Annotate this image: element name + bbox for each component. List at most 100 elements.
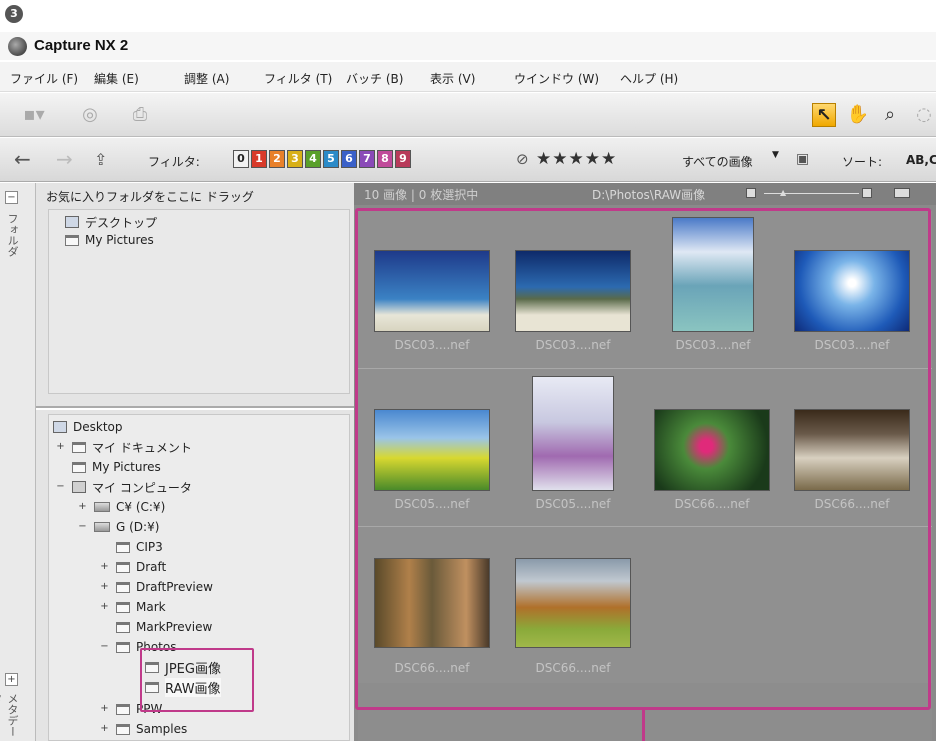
sort-label: ソート: [842,155,883,169]
label-filter-9[interactable]: 9 [395,150,411,168]
collapse-icon[interactable]: − [77,521,88,533]
thumbnail-size-slider[interactable] [764,193,859,194]
drive-icon [94,522,110,532]
label-filter-4[interactable]: 4 [305,150,321,168]
metadata-tab[interactable]: メタデータ [0,693,20,741]
tree-item-label: マイ ドキュメント [92,440,192,455]
collapse-folders-button[interactable]: − [5,191,18,204]
folder-icon [116,581,130,593]
drive-icon [94,502,110,512]
image-type-dropdown[interactable]: すべての画像 [682,153,753,170]
expand-icon[interactable]: + [99,723,110,735]
menu-edit[interactable]: 編集 (E) [94,70,139,87]
label-filter-6[interactable]: 6 [341,150,357,168]
zoom-tool-icon[interactable]: ⌕ [878,103,902,127]
callout-line [642,710,645,741]
folders-highlight-box [140,648,254,712]
tree-item[interactable]: + C¥ (C:¥) [77,497,165,517]
tree-item[interactable]: + マイ ドキュメント [55,437,192,457]
left-tab-strip: − フォルダ + メタデータ [0,183,36,741]
favorite-label: デスクトップ [85,215,158,230]
desktop-icon [65,216,79,228]
no-rating-icon[interactable]: ⊘ [516,150,529,168]
favorite-item-desktop[interactable]: デスクトップ [65,212,157,232]
menu-file[interactable]: ファイル (F) [10,70,78,87]
tree-item-label: CIP3 [136,540,163,554]
capture-nx-logo-icon [8,37,27,56]
large-thumb-icon[interactable] [862,188,872,198]
favorite-label: My Pictures [85,233,154,247]
dropdown-arrow-icon[interactable]: ▼ [772,150,779,160]
step-number-badge: 3 [5,5,23,23]
tree-item[interactable]: + Draft [99,557,166,577]
label-filter-5[interactable]: 5 [323,150,339,168]
expand-icon[interactable]: + [99,581,110,593]
folder-icon [72,441,86,453]
computer-icon [72,481,86,493]
tree-item[interactable]: My Pictures [72,457,161,477]
forward-arrow-icon[interactable]: → [56,147,73,171]
tree-item[interactable]: + Samples [99,719,187,739]
tree-item[interactable]: + DraftPreview [99,577,213,597]
expand-icon[interactable]: + [77,501,88,513]
up-folder-icon[interactable]: ⇪ [94,150,107,169]
tree-item[interactable]: − G (D:¥) [77,517,159,537]
star-rating-filter[interactable]: ★★★★★ [536,149,617,169]
tree-item[interactable]: MarkPreview [116,617,212,637]
folder-icon [116,703,130,715]
label-filter-1[interactable]: 1 [251,150,267,168]
desktop-icon [53,421,67,433]
print-icon[interactable]: ⎙ [128,103,152,127]
camera-icon[interactable]: ◎ [78,103,102,127]
expand-metadata-button[interactable]: + [5,673,18,686]
expand-icon[interactable]: + [99,601,110,613]
title-bar: Capture NX 2 [0,32,936,60]
folder-icon [116,621,130,633]
label-filter-0[interactable]: 0 [233,150,249,168]
small-thumb-icon[interactable] [746,188,756,198]
menu-adjust[interactable]: 調整 (A) [184,70,229,87]
folder-icon [65,234,79,246]
grid-view-icon[interactable] [894,188,910,198]
folder-icon [116,541,130,553]
menu-bar: ファイル (F) 編集 (E) 調整 (A) フィルタ (T) バッチ (B) … [0,62,936,92]
expand-icon[interactable]: + [55,441,66,453]
sort-value[interactable]: AB,C [906,153,936,167]
browser-toggle-icon[interactable]: ▪▾ [22,103,46,127]
tree-item-label: My Pictures [92,460,161,474]
current-path: D:\Photos\RAW画像 [592,188,706,202]
collapse-icon[interactable]: − [99,641,110,653]
slider-thumb-icon[interactable]: ▲ [780,188,786,197]
favorites-list[interactable]: デスクトップ My Pictures [48,209,350,394]
folder-icon [72,461,86,473]
label-filter-8[interactable]: 8 [377,150,393,168]
favorite-item-my-pictures[interactable]: My Pictures [65,230,154,250]
expand-icon[interactable]: + [99,703,110,715]
tree-item-label: C¥ (C:¥) [116,500,166,514]
tree-item[interactable]: CIP3 [116,537,163,557]
collapse-icon[interactable]: − [55,481,66,493]
label-filter-2[interactable]: 2 [269,150,285,168]
rotate-tool-icon[interactable]: ◌ [912,103,936,127]
window-icon[interactable]: ▣ [796,151,809,167]
tree-item-label: G (D:¥) [116,520,160,534]
direct-select-tool-icon[interactable]: ↖ [812,103,836,127]
folders-tab[interactable]: フォルダ [6,213,20,273]
expand-icon[interactable]: + [99,561,110,573]
menu-filter[interactable]: フィルタ (T) [264,70,332,87]
menu-window[interactable]: ウインドウ (W) [514,70,599,87]
tree-item[interactable]: + Mark [99,597,166,617]
favorites-header: お気に入りフォルダをここに ドラッグ [46,190,254,204]
back-arrow-icon[interactable]: ← [14,147,31,171]
menu-batch[interactable]: バッチ (B) [346,70,403,87]
hand-tool-icon[interactable]: ✋ [846,103,870,127]
menu-help[interactable]: ヘルプ (H) [620,70,678,87]
label-filter-7[interactable]: 7 [359,150,375,168]
browser-toolbar: ← → ⇪ フィルタ: 0 1 2 3 4 5 6 7 8 9 ⊘ ★★★★★ … [0,138,936,182]
menu-view[interactable]: 表示 (V) [430,70,475,87]
label-filter-3[interactable]: 3 [287,150,303,168]
tree-item-label: Mark [136,600,166,614]
tree-item[interactable]: − マイ コンピュータ [55,477,192,497]
tree-item-label: マイ コンピュータ [92,480,192,495]
tree-item[interactable]: Desktop [53,417,123,437]
